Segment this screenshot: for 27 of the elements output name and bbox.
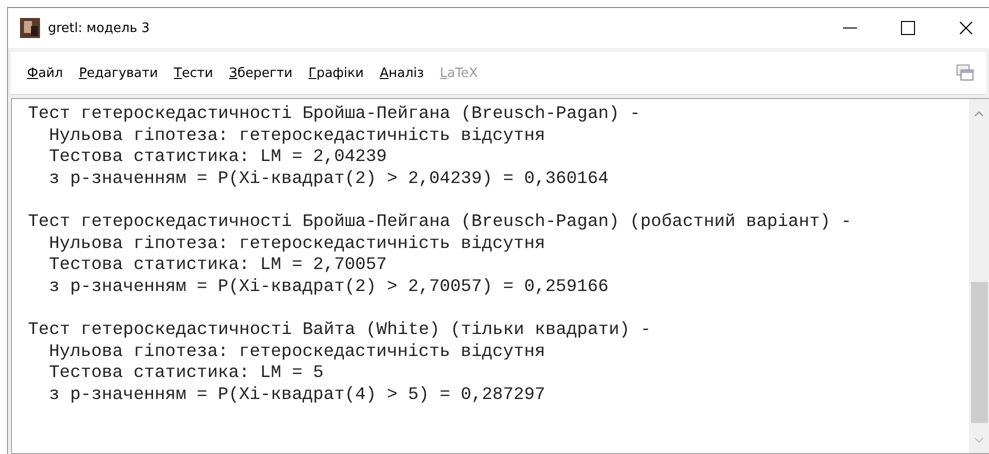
window-title: gretl: модель 3 [48, 20, 151, 36]
windows-icon [956, 64, 974, 82]
scroll-down-icon[interactable] [974, 437, 984, 443]
output-line: Тестова статистика: LM = 2,70057 [48, 255, 388, 277]
output-line: Нульова гіпотеза: гетероскедастичність відсутня [48, 342, 546, 364]
output-line: з p-значенням = P(Xi-квадрат(2) > 2,70057) = 0,259166 [48, 276, 610, 298]
test-heading: Тест гетероскедастичності Вайта (White) (тільки квадрати) - [28, 320, 652, 342]
output-line: з p-значенням = P(Xi-квадрат(4) > 5) = 0,287297 [48, 384, 546, 406]
scroll-thumb[interactable] [970, 282, 988, 423]
close-icon [959, 21, 973, 35]
menu-item[interactable]: Редагувати [78, 66, 158, 80]
output-line: Нульова гіпотеза: гетероскедастичність відсутня [48, 126, 546, 148]
menu-item[interactable]: Графіки [308, 66, 364, 80]
output-line: Тестова статистика: LM = 2,04239 [48, 147, 388, 169]
test-heading: Тест гетероскедастичності Бройша-Пейгана (Breusch-Pagan) - [28, 104, 642, 126]
output-line: Нульова гіпотеза: гетероскедастичність відсутня [48, 234, 546, 256]
menu-item[interactable]: Файл [27, 66, 63, 80]
menu-item[interactable]: Зберегти [229, 66, 293, 80]
output-line: Тестова статистика: LM = 5 [48, 363, 325, 385]
menu-item[interactable]: Тести [174, 66, 214, 80]
output-line: з p-значенням = P(Xi-квадрат(2) > 2,04239) = 0,360164 [48, 168, 610, 190]
test-heading: Тест гетероскедастичності Бройша-Пейгана (Breusch-Pagan) (робастний варіант) - [28, 212, 853, 234]
minimize-icon [843, 27, 857, 29]
scroll-up-icon[interactable] [974, 111, 984, 117]
maximize-icon [901, 21, 915, 35]
menu-item[interactable]: Аналіз [380, 66, 424, 80]
app-icon [20, 18, 40, 38]
